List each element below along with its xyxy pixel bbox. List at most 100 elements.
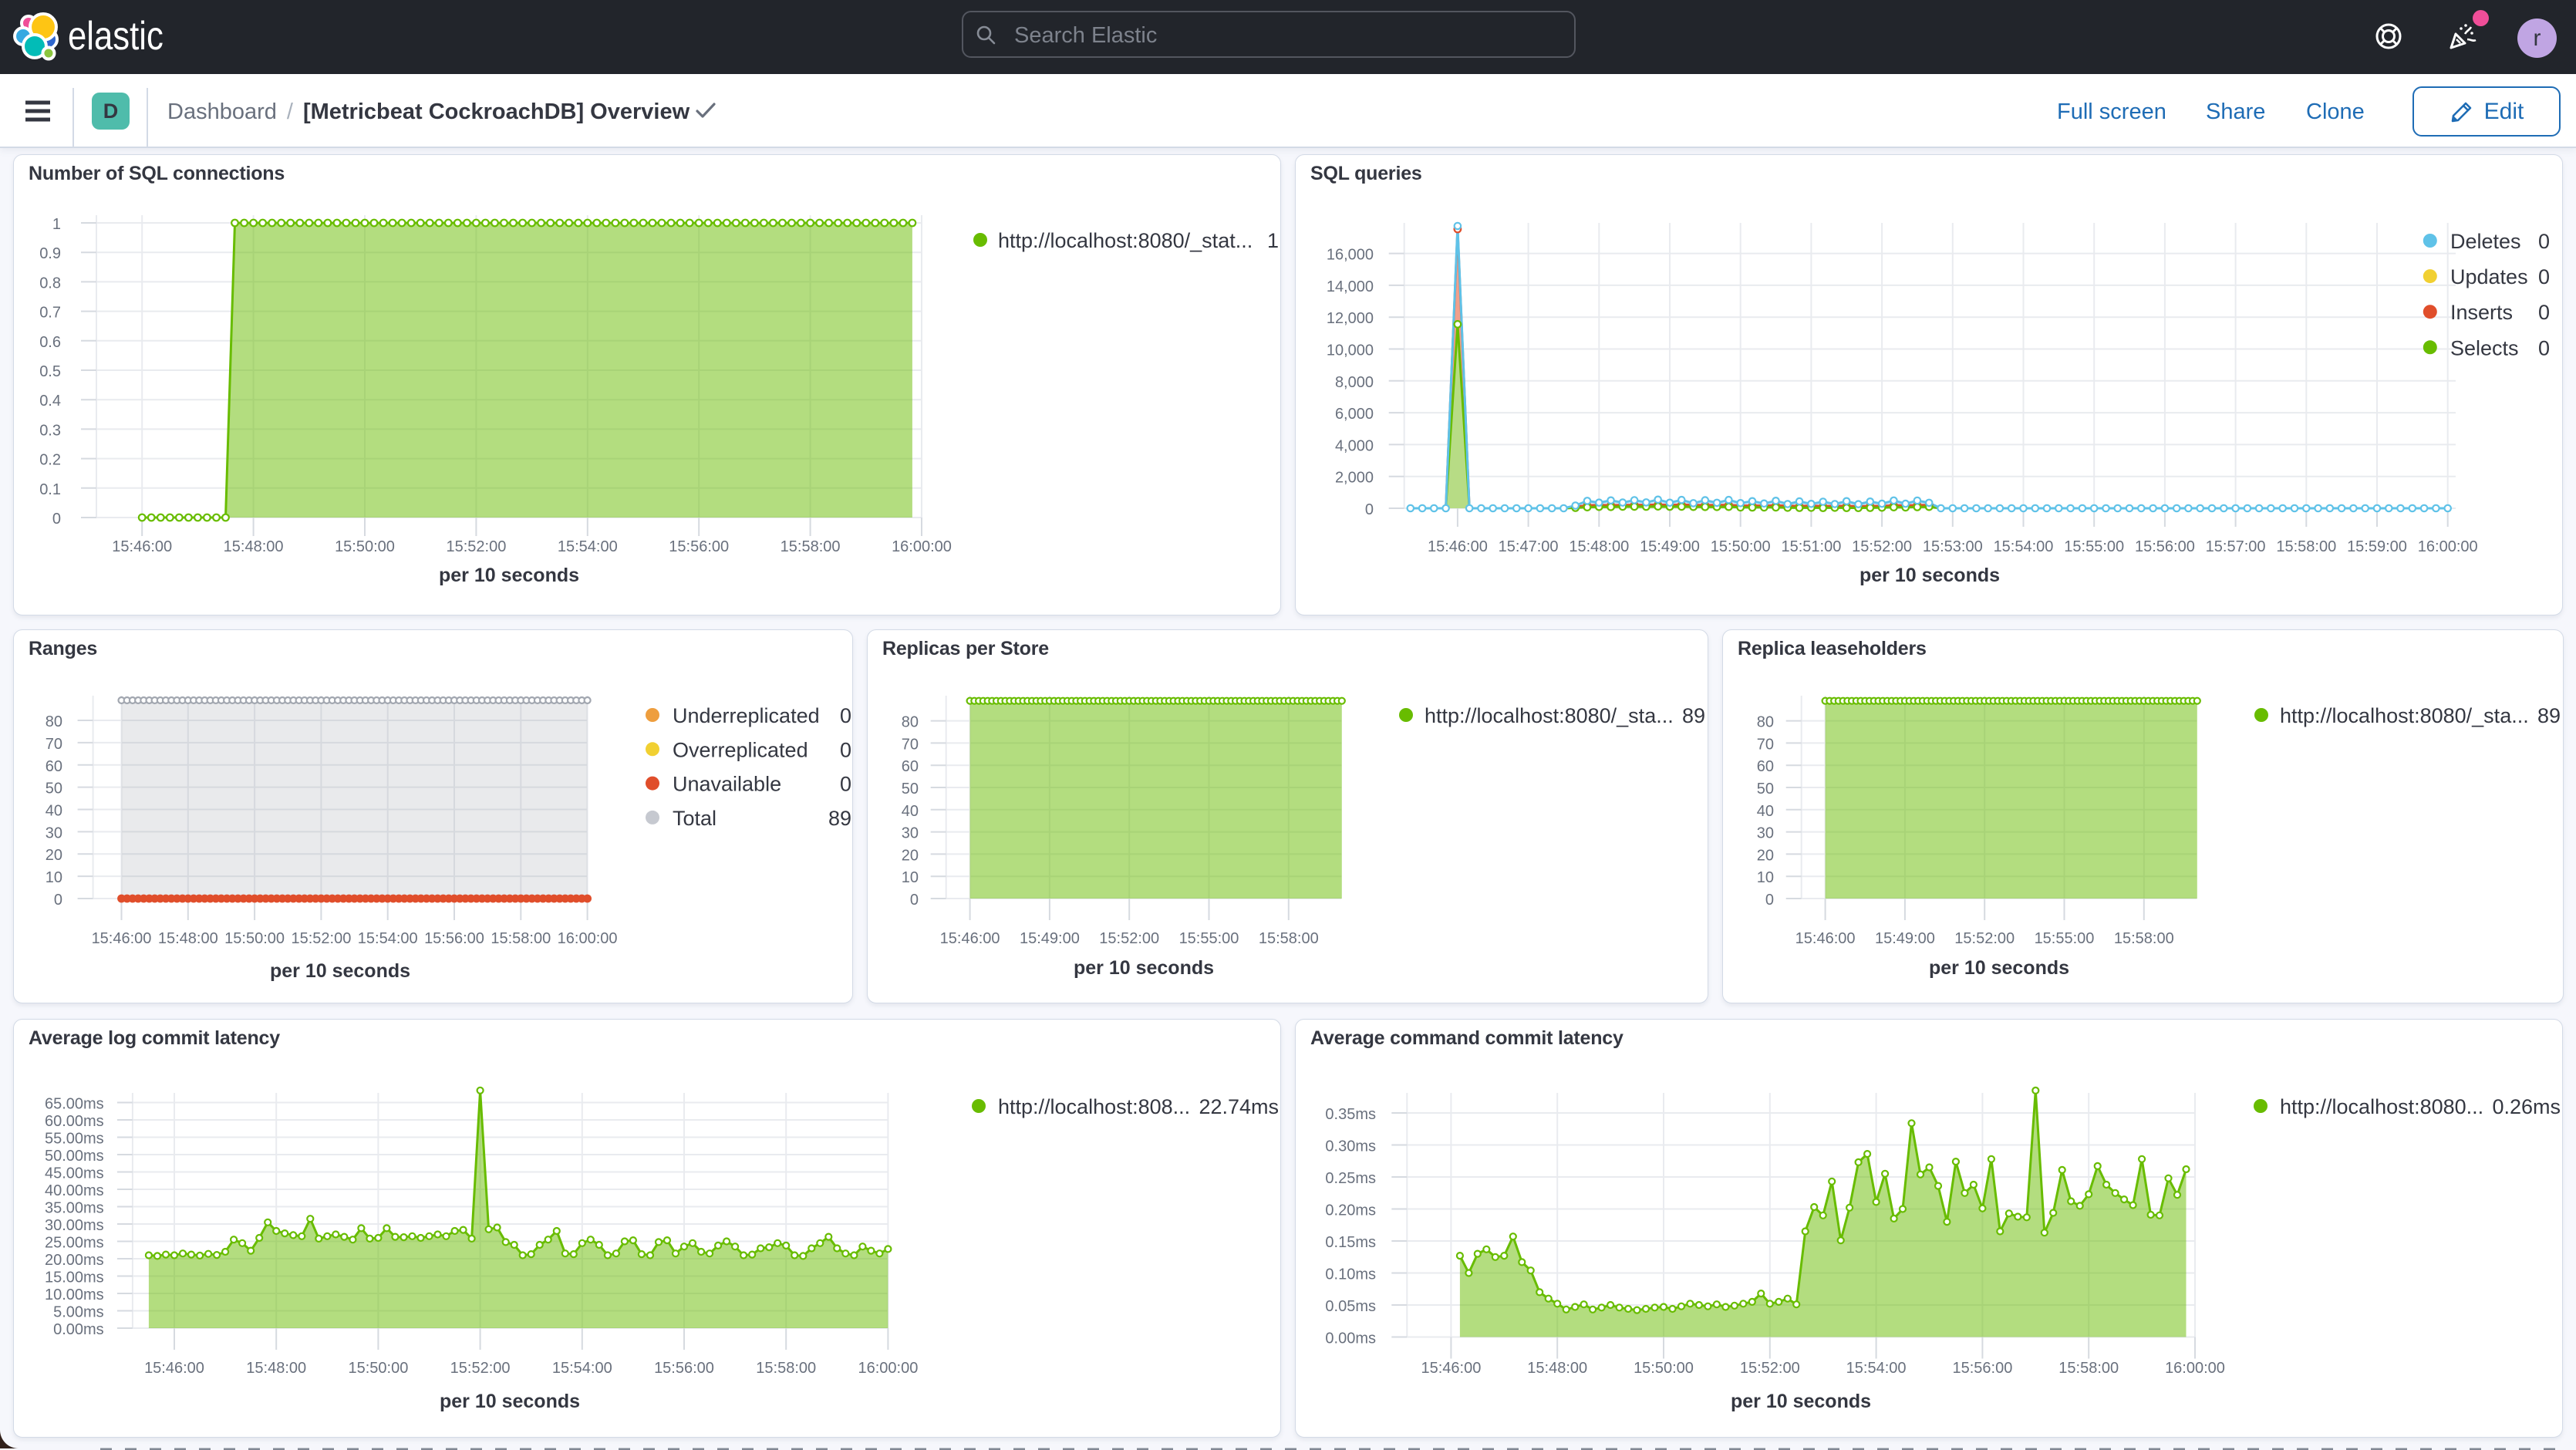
- svg-text:60: 60: [1757, 758, 1774, 775]
- svg-text:0: 0: [2538, 230, 2550, 253]
- svg-text:15:52:00: 15:52:00: [1099, 930, 1159, 947]
- svg-text:per 10 seconds: per 10 seconds: [270, 960, 410, 982]
- svg-text:16:00:00: 16:00:00: [558, 930, 618, 947]
- svg-text:http://localhost:808...: http://localhost:808...: [998, 1095, 1190, 1118]
- svg-text:15:53:00: 15:53:00: [1923, 538, 1983, 555]
- svg-text:15:50:00: 15:50:00: [224, 930, 285, 947]
- svg-text:0.15ms: 0.15ms: [1325, 1234, 1376, 1251]
- svg-text:15:56:00: 15:56:00: [654, 1360, 714, 1377]
- svg-text:70: 70: [902, 736, 919, 753]
- svg-text:15:46:00: 15:46:00: [940, 930, 1000, 947]
- svg-text:20: 20: [902, 847, 919, 864]
- svg-text:0.6: 0.6: [39, 334, 61, 351]
- svg-text:Underreplicated: Underreplicated: [673, 704, 820, 727]
- svg-text:10: 10: [1757, 869, 1774, 886]
- svg-text:16,000: 16,000: [1327, 247, 1374, 264]
- svg-text:15:52:00: 15:52:00: [291, 930, 351, 947]
- svg-text:Deletes: Deletes: [2450, 230, 2521, 253]
- svg-text:15:49:00: 15:49:00: [1020, 930, 1080, 947]
- svg-text:per 10 seconds: per 10 seconds: [1074, 957, 1214, 979]
- svg-text:0.26ms: 0.26ms: [2492, 1095, 2561, 1118]
- svg-text:15:58:00: 15:58:00: [756, 1360, 816, 1377]
- svg-text:55.00ms: 55.00ms: [45, 1131, 104, 1148]
- svg-text:1: 1: [1267, 229, 1279, 252]
- svg-text:2,000: 2,000: [1335, 470, 1374, 487]
- svg-text:15:50:00: 15:50:00: [1711, 538, 1771, 555]
- svg-text:10.00ms: 10.00ms: [45, 1286, 104, 1303]
- svg-text:15:54:00: 15:54:00: [1846, 1360, 1907, 1377]
- svg-text:4,000: 4,000: [1335, 437, 1374, 454]
- svg-text:15:58:00: 15:58:00: [781, 538, 841, 555]
- svg-text:15:58:00: 15:58:00: [2058, 1360, 2119, 1377]
- svg-text:15:46:00: 15:46:00: [112, 538, 172, 555]
- svg-text:0.4: 0.4: [39, 393, 61, 410]
- svg-text:0.8: 0.8: [39, 275, 61, 292]
- svg-text:15:48:00: 15:48:00: [1527, 1360, 1587, 1377]
- svg-text:15.00ms: 15.00ms: [45, 1270, 104, 1286]
- svg-text:15:47:00: 15:47:00: [1499, 538, 1559, 555]
- svg-text:Selects: Selects: [2450, 336, 2519, 359]
- svg-text:16:00:00: 16:00:00: [2165, 1360, 2225, 1377]
- svg-text:15:51:00: 15:51:00: [1781, 538, 1841, 555]
- svg-text:35.00ms: 35.00ms: [45, 1200, 104, 1217]
- svg-text:10,000: 10,000: [1327, 342, 1374, 359]
- svg-text:0.35ms: 0.35ms: [1325, 1106, 1376, 1123]
- svg-text:80: 80: [902, 714, 919, 731]
- svg-text:0.30ms: 0.30ms: [1325, 1138, 1376, 1155]
- svg-text:0.7: 0.7: [39, 305, 61, 322]
- svg-text:15:52:00: 15:52:00: [1740, 1360, 1800, 1377]
- svg-text:http://localhost:8080/_sta...: http://localhost:8080/_sta...: [1425, 704, 1674, 727]
- svg-text:16:00:00: 16:00:00: [858, 1360, 918, 1377]
- svg-text:0.10ms: 0.10ms: [1325, 1266, 1376, 1283]
- svg-text:0: 0: [2538, 301, 2550, 324]
- svg-text:15:50:00: 15:50:00: [1634, 1360, 1694, 1377]
- svg-text:0: 0: [2538, 265, 2550, 288]
- svg-text:15:54:00: 15:54:00: [558, 538, 618, 555]
- svg-text:Unavailable: Unavailable: [673, 773, 781, 796]
- svg-text:http://localhost:8080/_stat...: http://localhost:8080/_stat...: [998, 229, 1253, 252]
- svg-text:50: 50: [46, 781, 62, 798]
- svg-text:0.25ms: 0.25ms: [1325, 1170, 1376, 1187]
- svg-text:15:46:00: 15:46:00: [92, 930, 152, 947]
- svg-text:15:46:00: 15:46:00: [1795, 930, 1856, 947]
- svg-text:15:59:00: 15:59:00: [2347, 538, 2407, 555]
- svg-text:0.3: 0.3: [39, 422, 61, 439]
- svg-text:45.00ms: 45.00ms: [45, 1165, 104, 1182]
- svg-text:70: 70: [46, 736, 62, 753]
- svg-text:15:58:00: 15:58:00: [2276, 538, 2336, 555]
- svg-text:70: 70: [1757, 736, 1774, 753]
- svg-text:15:49:00: 15:49:00: [1875, 930, 1935, 947]
- svg-text:89: 89: [1682, 704, 1705, 727]
- svg-text:http://localhost:8080/_sta...: http://localhost:8080/_sta...: [2280, 704, 2529, 727]
- svg-text:0: 0: [1365, 501, 1374, 518]
- svg-text:60.00ms: 60.00ms: [45, 1113, 104, 1130]
- svg-text:0.05ms: 0.05ms: [1325, 1298, 1376, 1315]
- svg-text:15:48:00: 15:48:00: [1569, 538, 1629, 555]
- svg-text:0: 0: [1765, 892, 1774, 909]
- svg-text:15:55:00: 15:55:00: [2035, 930, 2095, 947]
- svg-text:15:46:00: 15:46:00: [1421, 1360, 1481, 1377]
- svg-text:5.00ms: 5.00ms: [53, 1304, 104, 1321]
- svg-text:15:55:00: 15:55:00: [2064, 538, 2124, 555]
- svg-text:15:46:00: 15:46:00: [1428, 538, 1488, 555]
- svg-text:15:52:00: 15:52:00: [446, 538, 506, 555]
- svg-text:25.00ms: 25.00ms: [45, 1235, 104, 1252]
- svg-text:0: 0: [910, 892, 919, 909]
- svg-text:30: 30: [46, 824, 62, 841]
- svg-text:0.5: 0.5: [39, 363, 61, 380]
- svg-text:22.74ms: 22.74ms: [1199, 1095, 1279, 1118]
- svg-text:per 10 seconds: per 10 seconds: [1731, 1391, 1871, 1412]
- svg-text:20.00ms: 20.00ms: [45, 1252, 104, 1269]
- svg-text:0: 0: [840, 773, 851, 796]
- svg-text:per 10 seconds: per 10 seconds: [439, 565, 579, 586]
- svg-text:40: 40: [1757, 803, 1774, 820]
- svg-text:80: 80: [1757, 714, 1774, 731]
- svg-text:65.00ms: 65.00ms: [45, 1096, 104, 1113]
- svg-text:http://localhost:8080...: http://localhost:8080...: [2280, 1095, 2483, 1118]
- svg-text:15:50:00: 15:50:00: [348, 1360, 408, 1377]
- svg-text:14,000: 14,000: [1327, 278, 1374, 295]
- svg-text:15:57:00: 15:57:00: [2206, 538, 2266, 555]
- svg-text:15:56:00: 15:56:00: [1952, 1360, 2012, 1377]
- svg-text:89: 89: [2537, 704, 2561, 727]
- svg-text:60: 60: [46, 758, 62, 775]
